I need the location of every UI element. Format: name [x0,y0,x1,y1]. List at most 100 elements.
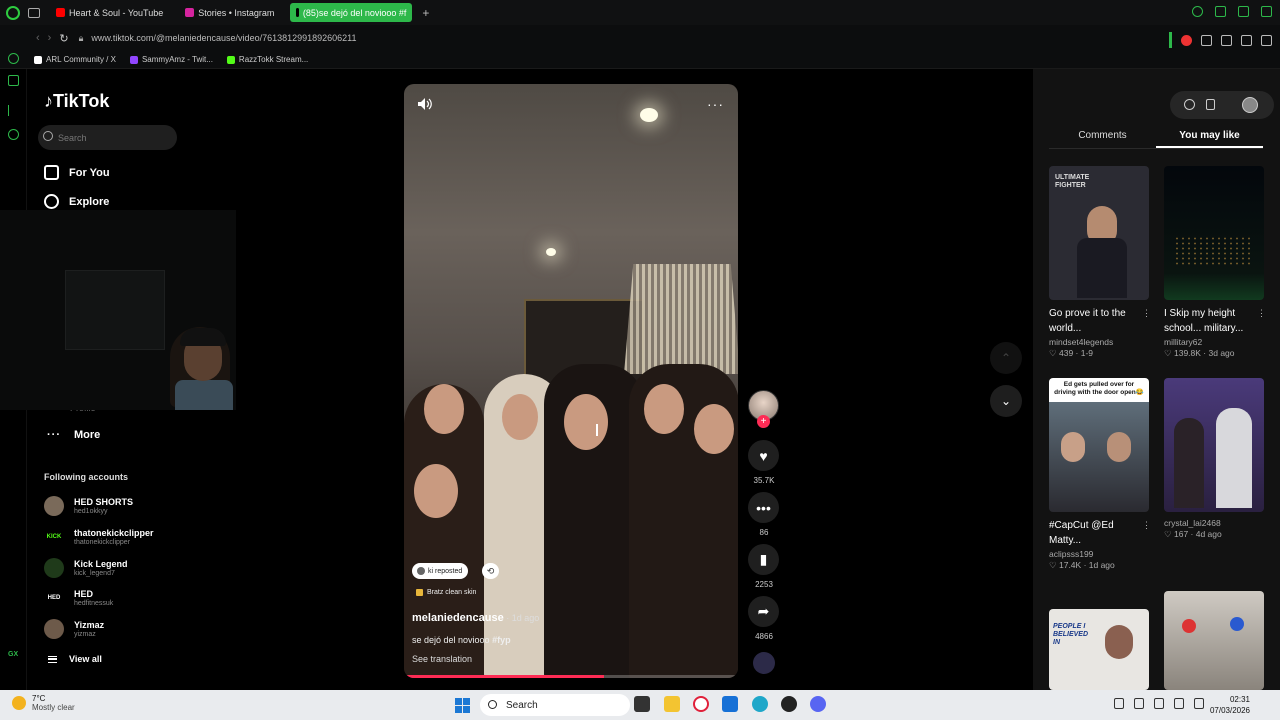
start-button[interactable] [455,698,470,713]
video-card[interactable]: PEOPLE I BELIEVED IN [1049,609,1149,690]
tab-instagram[interactable]: Stories • Instagram [179,3,280,22]
next-video-button[interactable]: ⌄ [990,385,1022,417]
video-card[interactable]: crystal_lai2468 ♡ 167 · 4d ago [1164,378,1264,540]
extensions-icon[interactable] [1201,34,1212,46]
card-menu-icon[interactable]: ⋮ [1257,306,1266,321]
nav-explore[interactable]: Explore [44,194,109,209]
nav-for-you[interactable]: For You [44,165,110,180]
card-author[interactable]: millitary62 [1164,337,1264,347]
video-card[interactable] [1164,591,1264,690]
nav-more[interactable]: ··· More [47,429,100,441]
menu-icon[interactable] [1261,34,1272,46]
discord-icon[interactable] [810,696,826,712]
search-tabs-icon[interactable] [1192,6,1203,17]
forward-button[interactable]: › [48,32,52,44]
clock[interactable]: 02:31 07/03/2026 [1210,694,1250,716]
bookmark-arl[interactable]: ARL Community / X [34,55,116,64]
tab-you-may-like[interactable]: You may like [1156,125,1263,148]
music-disc-icon[interactable] [753,652,775,674]
store-icon[interactable] [722,696,738,712]
weather-widget[interactable]: 7°C Mostly clear [12,694,75,712]
sound-label[interactable]: Bratz clean skin [416,589,476,596]
video-card[interactable]: ULTIMATE FIGHTER Go prove it to the worl… [1049,166,1151,359]
adblock-icon[interactable] [1181,34,1192,46]
back-button[interactable]: ‹ [36,32,40,44]
video-player[interactable]: ··· ki reposted ⟲ Bratz clean skin melan… [404,84,738,678]
edge-icon[interactable] [752,696,768,712]
search-input[interactable]: Search [38,125,177,150]
account-item[interactable]: Kick Legend kick_legend7 [44,558,128,578]
compass-icon[interactable] [1184,99,1195,110]
video-thumbnail[interactable]: PEOPLE I BELIEVED IN [1049,609,1149,690]
battery-icon[interactable] [1194,698,1204,709]
video-card[interactable]: Ed gets pulled over for driving with the… [1049,378,1151,571]
more-options-icon[interactable]: ··· [707,96,724,112]
face [502,394,538,440]
bag-icon[interactable] [8,75,19,86]
tab-label: (85)se dejó del noviooo #f [302,7,407,18]
video-thumbnail[interactable]: Ed gets pulled over for driving with the… [1049,378,1149,512]
video-author[interactable]: melaniedencause · 1d ago [412,612,539,624]
previous-video-button[interactable]: ⌃ [990,342,1022,374]
see-translation-link[interactable]: See translation [412,654,472,664]
vpn-indicator [1169,32,1172,48]
card-author[interactable]: mindset4legends [1049,337,1149,347]
opera-icon[interactable] [693,696,709,712]
gx-label[interactable]: GX [8,651,18,658]
video-thumbnail[interactable] [1164,166,1264,300]
microphone-icon[interactable] [1134,698,1144,709]
video-thumbnail[interactable]: ULTIMATE FIGHTER [1049,166,1149,300]
reload-button[interactable]: ↻ [59,32,68,45]
settings-icon[interactable] [8,129,19,140]
steam-icon[interactable] [781,696,797,712]
share-button[interactable]: ➦ [748,596,779,627]
account-item[interactable]: KICK thatonekickclipper thatonekickclipper [44,527,154,547]
card-author[interactable]: crystal_lai2468 [1164,518,1264,528]
new-tab-button[interactable]: + [422,6,429,20]
close-icon[interactable] [1261,6,1272,17]
video-card[interactable]: I Skip my height school... military... ⋮ … [1164,166,1266,359]
account-item[interactable]: Yizmaz yizmaz [44,619,104,639]
comment-button[interactable]: ••• [748,492,779,523]
workspaces-icon[interactable] [28,7,40,18]
volume-icon[interactable] [1174,698,1184,709]
volume-icon[interactable] [418,98,432,110]
card-menu-icon[interactable]: ⋮ [1142,306,1151,321]
tab-comments[interactable]: Comments [1049,125,1156,148]
wifi-icon[interactable] [1154,698,1164,709]
follow-plus-icon[interactable]: + [757,415,770,428]
bookmark-sammy[interactable]: SammyAmz - Twit... [129,55,213,64]
url-field[interactable]: www.tiktok.com/@melaniedencause/video/76… [91,33,356,43]
taskbar-search[interactable]: Search [480,694,630,716]
video-thumbnail[interactable] [1164,378,1264,512]
file-explorer-icon[interactable] [664,696,680,712]
history-icon[interactable] [8,53,19,64]
task-view-icon[interactable] [634,696,650,712]
profile-icon[interactable] [1221,34,1232,46]
tiktok-logo[interactable]: ♪TikTok [44,91,109,112]
chevron-up-icon[interactable] [1114,698,1124,709]
tab-youtube[interactable]: Heart & Soul - YouTube [50,3,169,22]
save-button[interactable]: ▮ [748,544,779,575]
play-icon[interactable] [8,105,19,116]
tab-tiktok[interactable]: (85)se dejó del noviooo #f [290,3,413,22]
reposted-badge[interactable]: ki reposted [412,563,469,579]
video-thumbnail[interactable] [1164,591,1264,690]
maximize-icon[interactable] [1238,6,1249,17]
hashtag-link[interactable]: #fyp [492,635,511,645]
bookmark-razz[interactable]: RazzTokk Stream... [226,55,308,64]
download-icon[interactable] [1241,34,1252,46]
card-author[interactable]: aclipsss199 [1049,549,1149,559]
minimize-icon[interactable] [1215,6,1226,17]
video-progress[interactable] [404,675,738,678]
thumbnail-person [1216,408,1252,508]
view-all-button[interactable]: View all [48,654,102,664]
user-avatar[interactable] [1242,97,1258,113]
account-item[interactable]: HED SHORTS hed1okkyy [44,496,133,516]
like-button[interactable]: ♥ [748,440,779,471]
device-icon[interactable] [1206,99,1215,110]
account-item[interactable]: HED HED hedfitnessuk [44,588,113,608]
opera-logo-icon[interactable] [6,5,20,20]
card-menu-icon[interactable]: ⋮ [1142,518,1151,533]
repost-icon[interactable]: ⟲ [482,563,499,579]
